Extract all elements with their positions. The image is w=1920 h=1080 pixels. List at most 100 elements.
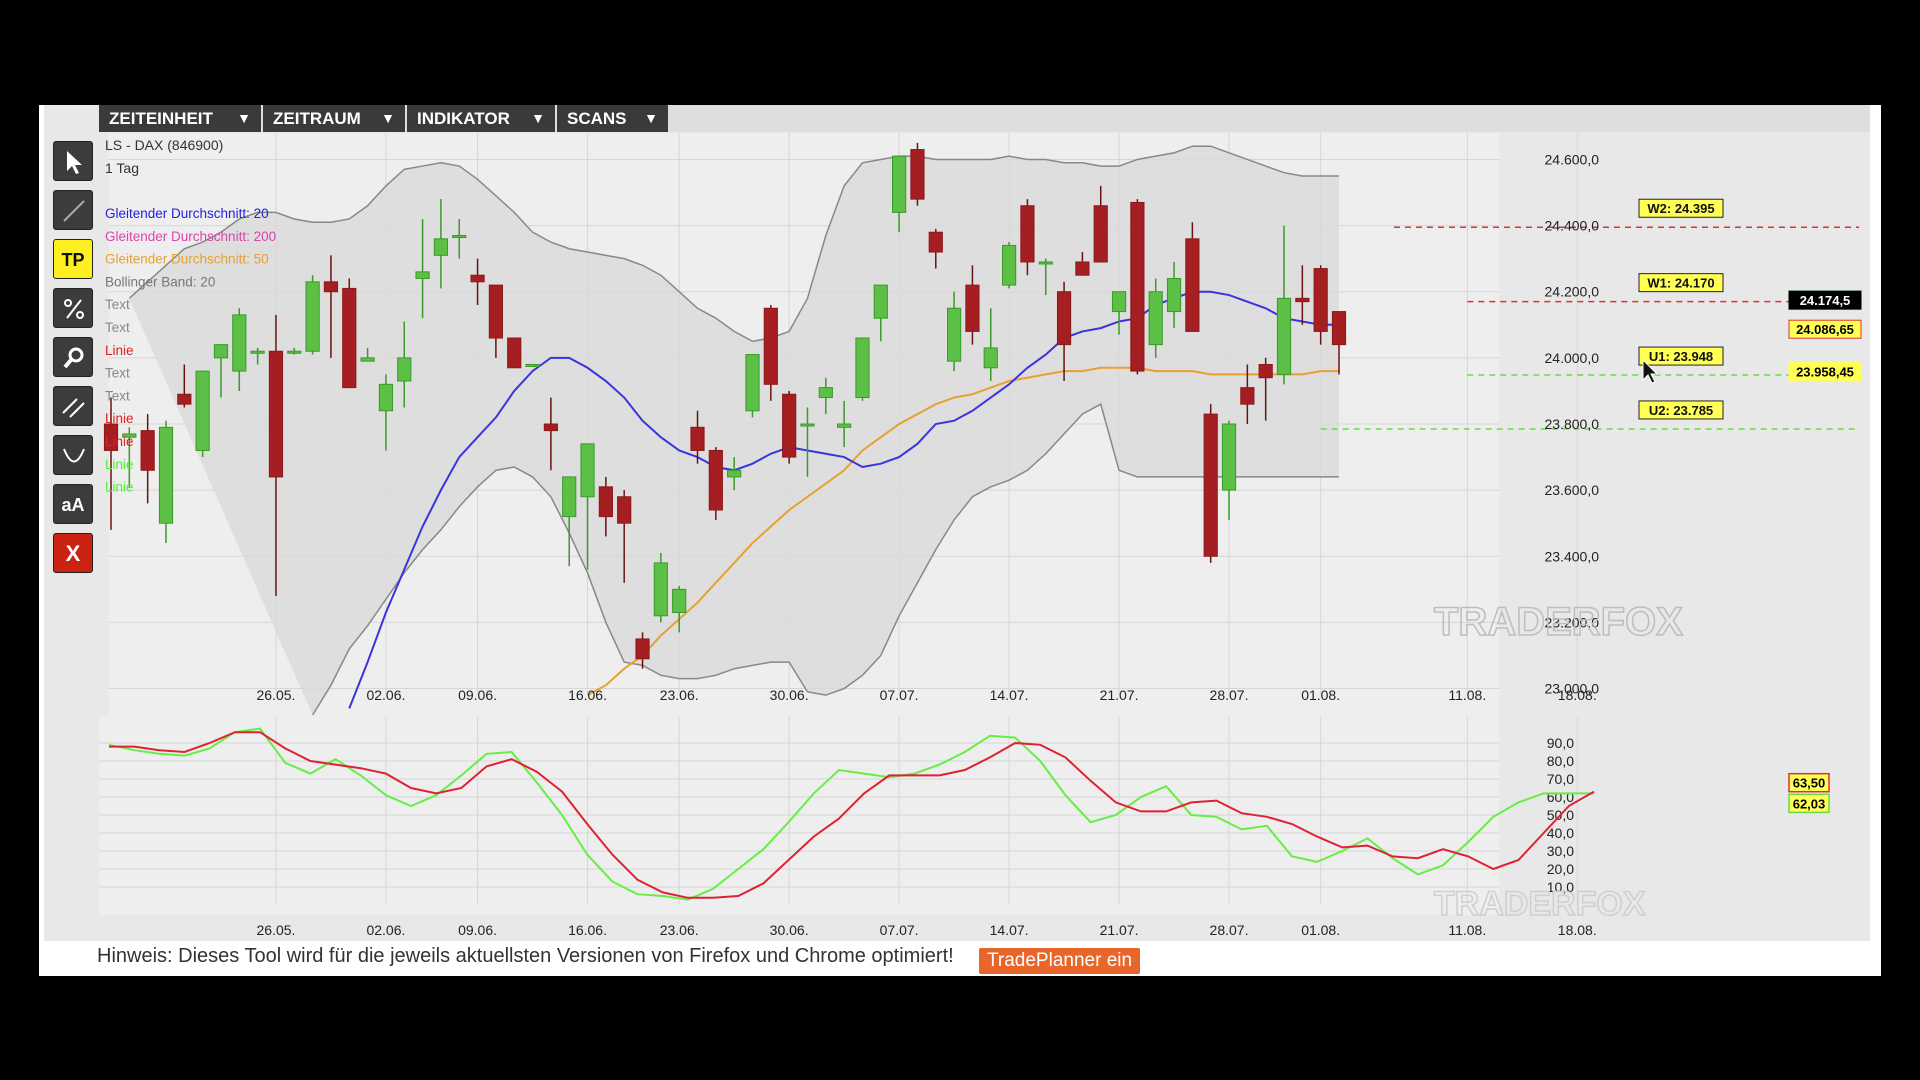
candle-body [323,281,339,293]
price-tick-label: 23.800,0 [1545,416,1600,432]
stoch-date-tick-label: 18.08. [1558,922,1597,938]
candle-body [452,235,467,239]
stoch-tag-label: 63,50 [1793,776,1826,791]
candle-body [800,423,815,427]
stoch-date-tick-label: 30.06. [770,922,809,938]
candle-body [305,281,320,352]
price-tag-label: 23.958,45 [1796,365,1854,380]
legend-item: Gleitender Durchschnitt: 200 [105,229,276,244]
candle-body [1166,278,1182,313]
candle-body [1185,238,1200,332]
candle-body [947,307,962,362]
candle-body [433,238,449,256]
timeframe-label: 1 Tag [105,160,139,176]
candle-body [837,423,852,428]
candle-body [617,496,632,524]
watermark-logo: TRADERFOX [1434,600,1683,644]
candle-body [1313,268,1328,332]
legend-item: Linie [105,343,134,358]
legend-item: Gleitender Durchschnitt: 50 [105,252,269,267]
stoch-tick-label: 90,0 [1547,735,1574,751]
candle-body [983,347,998,369]
stoch-date-tick-label: 26.05. [256,922,295,938]
date-tick-label: 23.06. [660,687,699,703]
date-tick-label: 30.06. [770,687,809,703]
date-tick-label: 09.06. [458,687,497,703]
candle-body [415,271,430,280]
candle-body [158,426,174,524]
stoch-tick-label: 80,0 [1547,753,1574,769]
price-tick-label: 23.600,0 [1545,482,1600,498]
candle-body [1020,205,1035,263]
price-tag-label: 24.086,65 [1796,322,1854,337]
candle-body [708,449,723,511]
candle-body [1038,261,1053,265]
candle-body [727,469,742,478]
candle-body [378,383,394,412]
stoch-date-tick-label: 23.06. [660,922,699,938]
stoch-date-tick-label: 21.07. [1100,922,1139,938]
candle-body [1295,297,1310,303]
footer: Hinweis: Dieses Tool wird für die jeweil… [39,941,1881,976]
candle-body [268,350,284,478]
price-tick-label: 23.400,0 [1545,548,1600,564]
candle-body [763,307,778,385]
candle-body [782,393,797,458]
candle-body [1331,311,1347,346]
candle-body [892,155,907,213]
candle-body [873,284,888,319]
candle-body [1075,261,1090,276]
date-tick-label: 28.07. [1210,687,1249,703]
candle-body [195,370,210,451]
symbol-title: LS - DAX (846900) [105,137,223,153]
candle-body [177,393,192,405]
price-tick-label: 24.200,0 [1545,284,1600,300]
candle-body [1093,205,1108,263]
stoch-date-tick-label: 01.08. [1301,922,1340,938]
candle-body [232,314,247,372]
chart-application: ZEITEINHEIT ▼ ZEITRAUM ▼ INDIKATOR ▼ SCA… [39,105,1881,976]
candle-body [1148,291,1163,346]
candle-body [598,486,613,518]
date-tick-label: 18.08. [1558,687,1597,703]
stoch-tick-label: 30,0 [1547,843,1574,859]
legend-item: Text [105,297,130,312]
candle-body [488,284,503,339]
candle-body [1130,201,1145,372]
date-tick-label: 02.06. [366,687,405,703]
date-tick-label: 21.07. [1100,687,1139,703]
date-tick-label: 26.05. [256,687,295,703]
legend-item: Text [105,366,130,381]
candle-body [1221,423,1237,491]
stoch-date-tick-label: 28.07. [1210,922,1249,938]
candle-body [562,476,577,518]
candle-body [818,387,833,399]
candle-body [928,231,943,253]
stoch-tick-label: 40,0 [1547,825,1574,841]
stoch-date-tick-label: 02.06. [366,922,405,938]
chart-canvas[interactable]: W2: 24.395 W1: 24.170 U1: 23.948 U2: 23.785… [39,105,1881,941]
stoch-date-tick-label: 16.06. [568,922,607,938]
stoch-date-tick-label: 09.06. [458,922,497,938]
candle-body [745,354,760,412]
stoch-tick-label: 70,0 [1547,771,1574,787]
stoch-date-tick-label: 14.07. [990,922,1029,938]
price-tick-label: 24.400,0 [1545,218,1600,234]
date-tick-label: 16.06. [568,687,607,703]
candle-body [543,423,558,432]
legend-item: Text [105,320,130,335]
date-tick-label: 07.07. [880,687,919,703]
candle-body [1258,363,1273,379]
candle-body [360,357,375,362]
level-label: W2: 24.395 [1647,201,1714,216]
stoch-date-tick-label: 07.07. [880,922,919,938]
tradeplanner-button[interactable]: TradePlanner ein [979,948,1141,974]
candle-body [287,350,302,354]
legend-item: Linie [105,480,134,495]
candle-body [690,426,705,451]
candle-body [1240,387,1255,405]
level-label: U2: 23.785 [1649,403,1713,418]
legend-item: Linie [105,411,134,426]
candle-body [672,588,687,613]
candle-body [250,350,265,354]
